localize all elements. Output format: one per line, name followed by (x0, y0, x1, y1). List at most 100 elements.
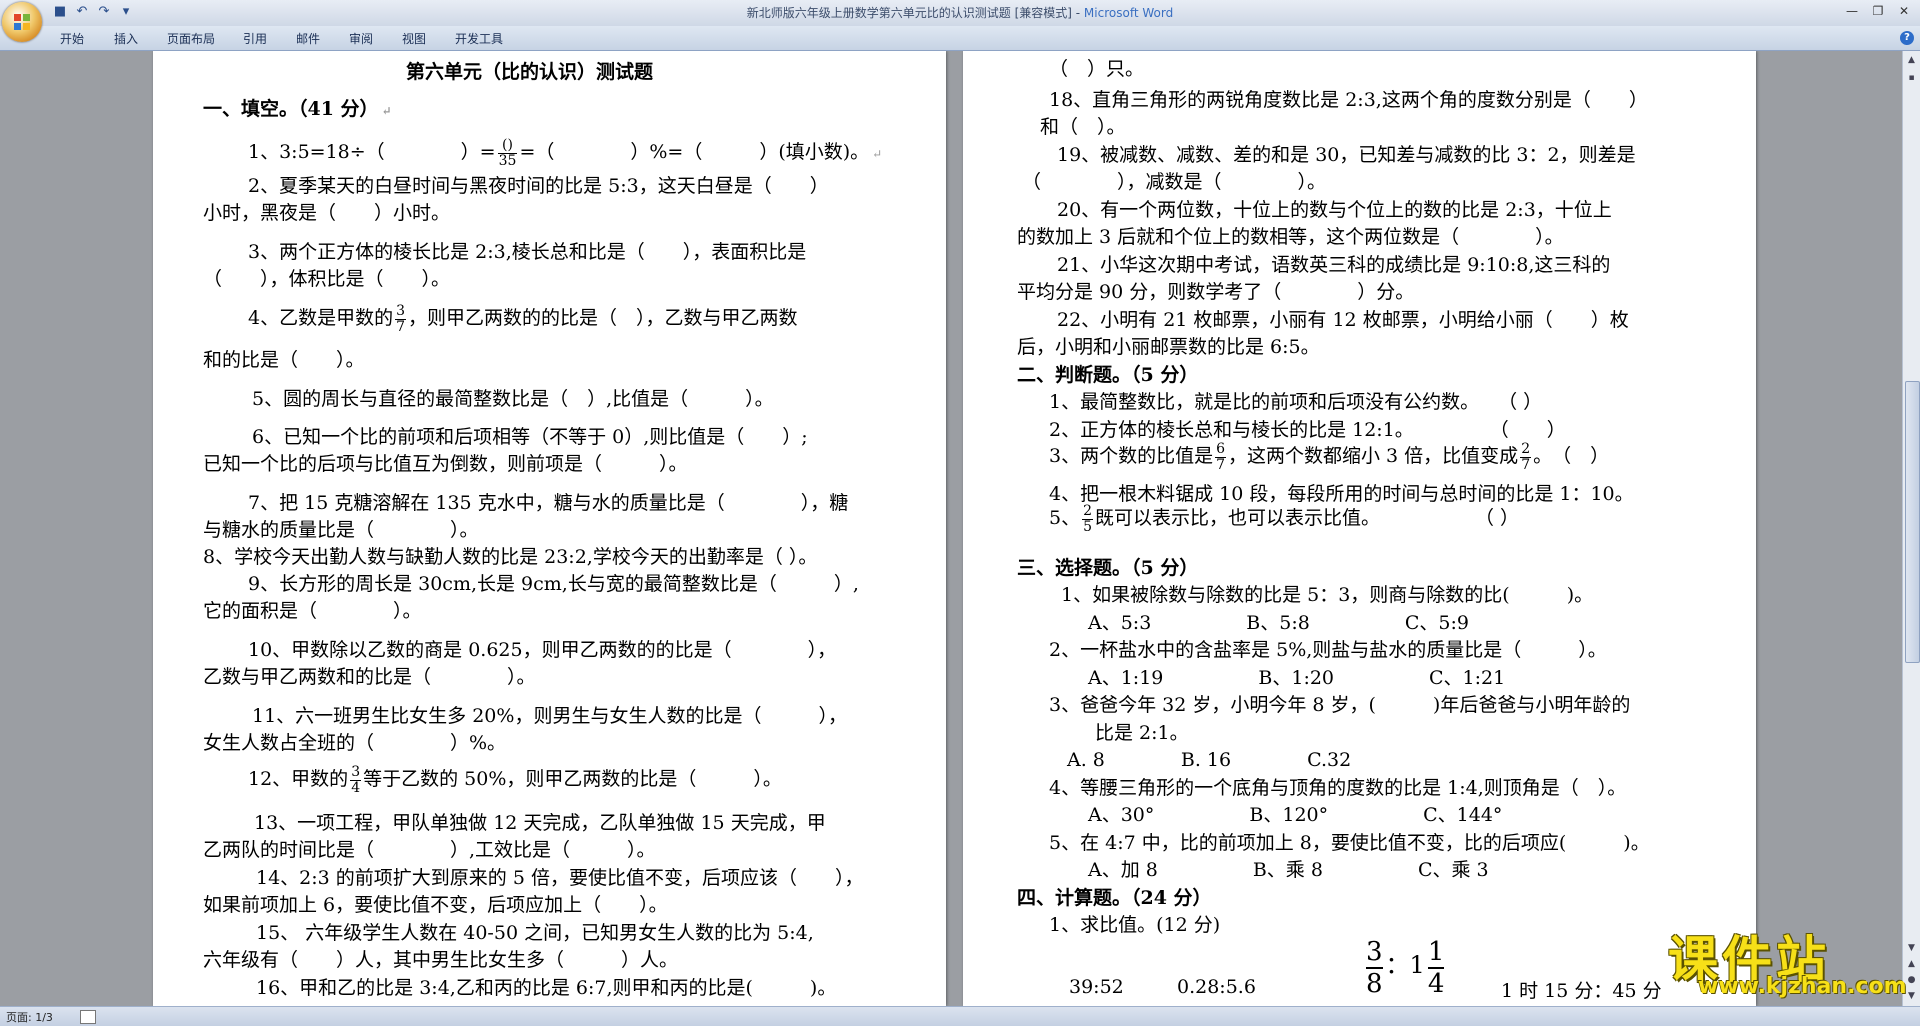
choice-1-options: A、5:3 B、5:8 C、5:9 (1088, 612, 1469, 634)
question-20-line-1: 20、有一个两位数，十位上的数与个位上的数的比是 2:3，十位上 (1057, 199, 1612, 221)
app-name: Microsoft Word (1083, 6, 1174, 20)
tab-mailings[interactable]: 邮件 (296, 30, 320, 47)
tab-references[interactable]: 引用 (243, 30, 267, 47)
status-bar: 页面: 1/3 (0, 1006, 1920, 1026)
office-logo-icon (14, 14, 30, 30)
q1-fraction-denominator: 35 (498, 152, 517, 169)
calc-3-fraction-2: 14 (1427, 937, 1445, 999)
choice-4: 4、等腰三角形的一个底角与顶角的度数的比是 1:4,则顶角是（ ）。 (1049, 777, 1627, 799)
office-button[interactable] (2, 2, 42, 42)
question-1: 1、3:5=18÷（ ）=() 35 =（ ）%=（ ）(填小数)。 ↵ (248, 136, 883, 169)
question-10-line-1: 10、甲数除以乙数的商是 0.625，则甲乙两数的的比是（ ）， (248, 639, 837, 661)
question-6-line-2: 已知一个比的后项与比值互为倒数，则前项是（ ）。 (203, 453, 688, 475)
tab-developer[interactable]: 开发工具 (455, 30, 503, 47)
document-title: 新北师版六年级上册数学第六单元比的认识测试题 [兼容模式] - (746, 6, 1084, 20)
question-8: 8、学校今天出勤人数与缺勤人数的比是 23:2,学校今天的出勤率是（ ）。 (203, 546, 818, 568)
maximize-icon[interactable]: ❐ (1866, 2, 1890, 20)
tab-view[interactable]: 视图 (402, 30, 426, 47)
j3-fraction-1-denominator: 7 (1216, 456, 1226, 473)
question-13-line-1: 13、一项工程，甲队单独做 12 天完成，乙队单独做 15 天完成，甲 (254, 812, 826, 834)
q12-text-a: 12、甲数的 (248, 768, 349, 790)
scrollbar-thumb[interactable] (1905, 381, 1920, 663)
choice-1: 1、如果被除数与除数的比是 5：3，则商与除数的比( )。 (1061, 584, 1594, 606)
section-heading-judge: 二、判断题。（5 分） (1017, 364, 1199, 386)
q12-text-b: 等于乙数的 50%，则甲乙两数的比是（ ）。 (363, 768, 782, 790)
judge-2: 2、正方体的棱长总和与棱长的比是 12:1。 （ ） (1049, 419, 1566, 441)
window-controls: — ❐ ✕ (1840, 2, 1916, 20)
q12-fraction-numerator: 3 (350, 763, 362, 781)
close-icon[interactable]: ✕ (1892, 2, 1916, 20)
choice-5: 5、在 4:7 中，比的前项加上 8，要使比值不变，比的后项应( )。 (1049, 832, 1650, 854)
j5-fraction-numerator: 2 (1082, 502, 1094, 520)
proofing-icon[interactable] (80, 1010, 96, 1024)
j3-fraction-1: 67 (1215, 440, 1227, 473)
j5-text-a: 5、 (1049, 507, 1081, 529)
q4-text-b: ，则甲乙两数的的比是（ ），乙数与甲乙两数 (408, 307, 798, 329)
j3-text-c: 。 （ ） (1533, 445, 1610, 467)
judge-5: 5、 2 5 既可以表示比，也可以表示比值。 （ ） (1049, 503, 1519, 535)
document-page-2: （ ）只。 18、直角三角形的两锐角度数比是 2:3,这两个角的度数分别是（ ）… (963, 51, 1756, 1006)
question-14-line-1: 14、2:3 的前项扩大到原来的 5 倍，要使比值不变，后项应该（ ）， (256, 867, 864, 889)
choice-3-line-1: 3、爸爸今年 32 岁，小明今年 8 岁，( )年后爸爸与小明年龄的 (1049, 694, 1631, 716)
judge-1: 1、最简整数比，就是比的前项和后项没有公约数。 （ ） (1049, 391, 1543, 413)
question-2-line-1: 2、夏季某天的白昼时间与黑夜时间的比是 5:3，这天白昼是（ ） (248, 175, 829, 197)
question-3-line-1: 3、两个正方体的棱长比是 2:3,棱长总和比是（ ），表面积比是 (248, 241, 807, 263)
question-4-line-2: 和的比是（ ）。 (203, 349, 365, 371)
j5-fraction-denominator: 5 (1083, 518, 1093, 535)
help-icon[interactable]: ? (1900, 31, 1914, 45)
watermark-url: www.kjzhan.com (1698, 974, 1907, 999)
q1-text-a: 1、3:5=18÷（ ）= (248, 141, 496, 163)
scroll-up-icon[interactable]: ▲ (1904, 53, 1919, 67)
j3-fraction-1-numerator: 6 (1215, 440, 1227, 458)
calc-1-heading: 1、求比值。(12 分) (1049, 914, 1221, 936)
page-count[interactable]: 页面: 1/3 (6, 1009, 53, 1025)
q4-text-a: 4、乙数是甲数的 (248, 307, 394, 329)
j3-fraction-2-denominator: 7 (1521, 456, 1531, 473)
question-9-line-2: 它的面积是（ ）。 (203, 600, 422, 622)
question-13-line-2: 乙两队的时间比是（ ）,工效比是（ ）。 (203, 839, 656, 861)
document-workspace: 第六单元（比的认识）测试题 一、填空。（41 分） ↵ 1、3:5=18÷（ ）=… (0, 51, 1903, 1006)
section-heading-choice: 三、选择题。（5 分） (1017, 557, 1199, 579)
tab-review[interactable]: 审阅 (349, 30, 373, 47)
choice-3-options: A. 8 B. 16 C.32 (1067, 749, 1352, 771)
question-18-line-2: 和（ ）。 (1040, 116, 1126, 138)
j3-text-b: ，这两个数都缩小 3 倍，比值变成 (1228, 445, 1519, 467)
q1-fraction-numerator: () (497, 137, 518, 154)
question-11-line-1: 11、六一班男生比女生多 20%，则男生与女生人数的比是（ ）， (252, 705, 847, 727)
vertical-scrollbar[interactable]: ▲ ▪ ▼ ▲ ● ▼ (1902, 51, 1920, 1006)
question-20-line-2: 的数加上 3 后就和个位上的数相等，这个两位数是（ ）。 (1017, 226, 1564, 248)
question-22-line-1: 22、小明有 21 枚邮票，小丽有 12 枚邮票，小明给小丽（ ）枚 (1057, 309, 1629, 331)
question-21-line-1: 21、小华这次期中考试，语数英三科的成绩比是 9:10:8,这三科的 (1057, 254, 1611, 276)
question-7-line-1: 7、把 15 克糖溶解在 135 克水中，糖与水的质量比是（ ），糖 (248, 492, 849, 514)
question-3-line-2: （ ），体积比是（ ）。 (203, 268, 451, 290)
calc-expression-3: 3 8：1 1 4 (1363, 937, 1447, 999)
q12-fraction: 34 (350, 763, 362, 796)
question-10-line-2: 乙数与甲乙两数和的比是（ ）。 (203, 666, 536, 688)
section-heading-calc: 四、计算题。（24 分） (1017, 887, 1212, 909)
calc-expression-1: 39:52 (1069, 976, 1124, 998)
q1-fraction: () 35 (497, 137, 518, 169)
j5-text-b: 既可以表示比，也可以表示比值。 （ ） (1095, 507, 1520, 529)
calc-3-separator: ：1 (1385, 951, 1425, 979)
question-17-tail: （ ）只。 (1049, 58, 1145, 80)
document-page-1: 第六单元（比的认识）测试题 一、填空。（41 分） ↵ 1、3:5=18÷（ ）=… (153, 51, 946, 1006)
question-21-line-2: 平均分是 90 分，则数学考了（ ）分。 (1017, 281, 1415, 303)
question-18-line-1: 18、直角三角形的两锐角度数比是 2:3,这两个角的度数分别是（ ） (1049, 89, 1648, 111)
question-6-line-1: 6、已知一个比的前项和后项相等（不等于 0）,则比值是（ ）; (252, 426, 808, 448)
ruler-toggle-icon[interactable]: ▪ (1904, 71, 1919, 85)
question-11-line-2: 女生人数占全班的（ ）%。 (203, 732, 507, 754)
question-19-line-1: 19、被减数、减数、差的和是 30，已知差与减数的比 3：2，则差是 (1057, 144, 1636, 166)
tab-insert[interactable]: 插入 (114, 30, 138, 47)
question-12: 12、甲数的 3 4 等于乙数的 50%，则甲乙两数的比是（ ）。 (248, 764, 782, 796)
q12-fraction-denominator: 4 (351, 779, 361, 796)
question-9-line-1: 9、长方形的周长是 30cm,长是 9cm,长与宽的最简整数比是（ ）, (248, 573, 859, 595)
question-5: 5、圆的周长与直径的最简整数比是（ ）,比值是（ ）。 (252, 388, 774, 410)
judge-3: 3、两个数的比值是 6 7 ，这两个数都缩小 3 倍，比值变成 2 7。 （ ） (1049, 441, 1609, 473)
calc-3-fraction-1-denominator: 8 (1366, 969, 1383, 999)
tab-home[interactable]: 开始 (60, 30, 84, 47)
choice-4-options: A、30° B、120° C、144° (1088, 804, 1503, 826)
minimize-icon[interactable]: — (1840, 2, 1864, 20)
calc-expression-2: 0.28:5.6 (1177, 976, 1256, 998)
judge-4: 4、把一根木料锯成 10 段，每段所用的时间与总时间的比是 1：10。 (1049, 483, 1634, 505)
tab-page-layout[interactable]: 页面布局 (167, 30, 215, 47)
